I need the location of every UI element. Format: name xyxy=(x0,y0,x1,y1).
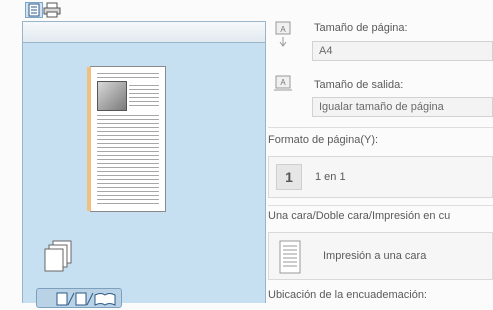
text-line xyxy=(97,187,159,188)
svg-text:A: A xyxy=(280,25,286,34)
text-line xyxy=(97,167,159,168)
text-line xyxy=(97,119,159,120)
svg-text:A: A xyxy=(280,78,286,87)
text-line xyxy=(97,131,159,132)
binding-edge xyxy=(87,67,91,211)
divider xyxy=(268,205,493,206)
page-view-button[interactable] xyxy=(25,2,43,18)
text-line xyxy=(97,147,159,148)
divider xyxy=(268,127,493,128)
text-line xyxy=(97,203,159,204)
text-line xyxy=(97,135,159,136)
page-view-icon xyxy=(28,3,40,17)
page-preview xyxy=(87,66,166,212)
copies-stack-icon xyxy=(44,240,74,272)
text-line xyxy=(129,101,159,102)
text-line xyxy=(97,77,159,78)
text-line xyxy=(129,105,159,106)
text-line xyxy=(97,155,159,156)
page-format-value: 1 en 1 xyxy=(315,171,346,183)
page-format-icon: 1 xyxy=(276,164,302,190)
single-sided-icon xyxy=(279,240,301,274)
text-line xyxy=(97,175,159,176)
page-size-icon: A xyxy=(273,21,293,49)
output-size-label: Tamaño de salida: xyxy=(314,79,404,91)
output-size-icon: A xyxy=(273,75,293,93)
text-line xyxy=(129,89,159,90)
text-line xyxy=(97,73,159,74)
page-format-label: Formato de página(Y): xyxy=(268,134,379,146)
page-size-label: Tamaño de página: xyxy=(314,22,408,34)
preview-toolbar xyxy=(22,21,266,43)
output-size-select[interactable]: Igualar tamaño de página xyxy=(312,97,493,117)
text-line xyxy=(97,163,159,164)
printer-view-icon xyxy=(43,2,61,18)
text-line xyxy=(129,85,159,86)
text-line xyxy=(97,171,159,172)
page-layout-icon xyxy=(56,292,116,306)
text-line xyxy=(97,151,159,152)
duplex-select[interactable]: Impresión a una cara xyxy=(268,232,493,280)
printer-view-button[interactable] xyxy=(43,2,61,18)
booklet-icon xyxy=(94,293,116,306)
page-format-select[interactable]: 1 1 en 1 xyxy=(268,156,493,198)
text-line xyxy=(129,97,159,98)
duplex-label: Una cara/Doble cara/Impresión en cu xyxy=(268,210,451,222)
text-line xyxy=(97,191,159,192)
page-size-select[interactable]: A4 xyxy=(312,41,493,61)
text-line xyxy=(129,93,159,94)
text-line xyxy=(97,195,159,196)
image-placeholder xyxy=(97,81,127,111)
binding-location-label: Ubicación de la encuademación: xyxy=(268,289,427,301)
text-line xyxy=(97,127,159,128)
text-line xyxy=(97,115,159,116)
text-line xyxy=(97,183,159,184)
text-line xyxy=(97,123,159,124)
text-line xyxy=(97,139,159,140)
text-line xyxy=(97,159,159,160)
duplex-value: Impresión a una cara xyxy=(323,250,427,262)
text-line xyxy=(97,199,159,200)
text-line xyxy=(97,179,159,180)
text-line xyxy=(97,143,159,144)
layout-buttons[interactable] xyxy=(36,288,122,308)
